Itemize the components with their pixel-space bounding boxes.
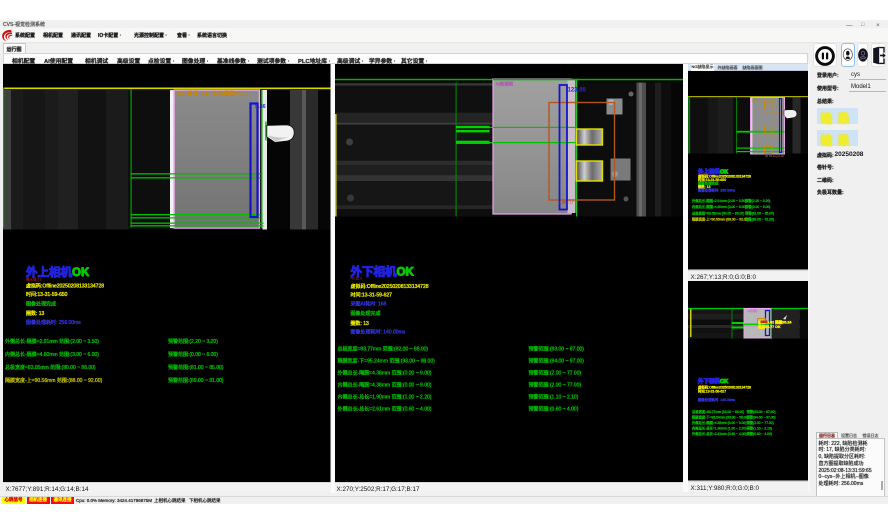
svg-text:预警范围:(2.00 ~ 77.00): 预警范围:(2.00 ~ 77.00) — [528, 369, 581, 376]
svg-text:图像处理完成: 图像处理完成 — [26, 300, 56, 307]
svg-text:预警范围:(89.00 ~ 91.00): 预警范围:(89.00 ~ 91.00) — [168, 377, 224, 384]
svg-text:虚拟码:Offline20250208133134728: 虚拟码:Offline20250208133134728 — [350, 283, 428, 290]
svg-text:预警(1.10 ~ 2.10): 预警(1.10 ~ 2.10) — [746, 426, 771, 431]
svg-text:预警范围:(0.60 ~ 4.00): 预警范围:(0.60 ~ 4.00) — [528, 405, 578, 412]
svg-text:5.46: 5.46 — [255, 104, 266, 110]
svg-text:40.03 Ang:0.00: 40.03 Ang:0.00 — [765, 154, 784, 158]
svg-text:隔膜宽度-下=95.24mm 范围:(93.00 ~ 98.: 隔膜宽度-下=95.24mm 范围:(93.00 ~ 98.00) — [337, 357, 435, 364]
svg-text:虚拟码:Offline20250208133134728: 虚拟码:Offline20250208133134728 — [26, 282, 104, 289]
svg-text:内侧总长-隔膜=4.60mm 范围:(3.00 ~ 6.00: 内侧总长-隔膜=4.60mm 范围:(3.00 ~ 6.00) — [5, 351, 99, 358]
svg-text:图像处理耗时: 140.00ms: 图像处理耗时: 140.00ms — [350, 328, 405, 335]
svg-text:隔膜宽度-上=90.56mm (88.00 ~ 92.00): 隔膜宽度-上=90.56mm (88.00 ~ 92.00) — [692, 217, 749, 222]
svg-text:外侧总长-隔膜=2.91mm (2.00 ~ 3.50): 外侧总长-隔膜=2.91mm (2.00 ~ 3.50) — [692, 198, 746, 203]
svg-text:图像处理耗时: 256.00ms: 图像处理耗时: 256.00ms — [26, 319, 81, 326]
svg-text:预警(2.20 ~ 3.20): 预警(2.20 ~ 3.20) — [745, 198, 770, 203]
svg-text:内侧总长-总长=1.90mm (1.00 ~ 2.20): 内侧总长-总长=1.90mm (1.00 ~ 2.20) — [692, 426, 746, 431]
svg-text:预警(2.00 ~ 77.00): 预警(2.00 ~ 77.00) — [746, 420, 773, 425]
svg-text:时间:13-31-59-627: 时间:13-31-59-627 — [698, 389, 726, 394]
svg-text:总极宽度=83.05mm 范围:(80.00 ~ 86.00: 总极宽度=83.05mm 范围:(80.00 ~ 86.00) — [5, 364, 96, 371]
svg-text:预警(89.00 ~ 91.00): 预警(89.00 ~ 91.00) — [745, 217, 774, 222]
svg-text:圈数: 13: 圈数: 13 — [26, 310, 45, 317]
svg-text:采图AI耗时: 168: 采图AI耗时: 168 — [350, 300, 386, 307]
svg-text:图像处理完成: 图像处理完成 — [350, 310, 380, 317]
svg-text:2.98 2.17: 2.98 2.17 — [559, 200, 574, 204]
svg-text:预警范围:(2.00 ~ 77.00): 预警范围:(2.00 ~ 77.00) — [528, 381, 581, 388]
svg-text:预警范围:(1.10 ~ 2.10): 预警范围:(1.10 ~ 2.10) — [528, 393, 578, 400]
svg-text:曝光值:17: 曝光值:17 — [26, 276, 41, 281]
svg-text:预警范围:(0.00 ~ 6.00): 预警范围:(0.00 ~ 6.00) — [168, 351, 218, 358]
svg-text:外侧总长-隔膜=4.38mm 范围:(0.00 ~ 9.00: 外侧总长-隔膜=4.38mm 范围:(0.00 ~ 9.00) — [337, 369, 431, 376]
svg-text:隔膜宽度-上=90.56mm 范围:(88.00 ~ 92.: 隔膜宽度-上=90.56mm 范围:(88.00 ~ 92.00) — [5, 377, 103, 384]
svg-text:预警(83.00 ~ 87.00): 预警(83.00 ~ 87.00) — [746, 409, 775, 414]
svg-text:时间:13-31-59-627: 时间:13-31-59-627 — [350, 291, 392, 298]
svg-text:预警(0.00 ~ 6.00): 预警(0.00 ~ 6.00) — [745, 204, 770, 209]
svg-text:总极宽度=83.05mm (80.00 ~ 86.00): 总极宽度=83.05mm (80.00 ~ 86.00) — [692, 210, 744, 215]
svg-text:预警范围:(94.00 ~ 97.00): 预警范围:(94.00 ~ 97.00) — [528, 357, 584, 364]
svg-text:NG比:0: NG比:0 — [350, 275, 362, 280]
svg-text:AI检测框: AI检测框 — [495, 80, 513, 87]
svg-text:外侧总长-隔膜=4.38mm (0.00 ~ 9.00): 外侧总长-隔膜=4.38mm (0.00 ~ 9.00) — [692, 420, 746, 425]
svg-text:总极宽度=83.77mm 范围:(82.00 ~ 88.00: 总极宽度=83.77mm 范围:(82.00 ~ 88.00) — [337, 345, 428, 352]
svg-text:预警范围:(81.00 ~ 85.00): 预警范围:(81.00 ~ 85.00) — [168, 364, 224, 371]
svg-text:NG阈值:93, 动态阈值:100: NG阈值:93, 动态阈值:100 — [178, 90, 249, 97]
svg-text:图像处理耗时: 256.00ms: 图像处理耗时: 256.00ms — [698, 188, 735, 193]
svg-text:隔膜宽度-下=95.24mm (93.00 ~ 98.00): 隔膜宽度-下=95.24mm (93.00 ~ 98.00) — [692, 415, 749, 420]
svg-text:图像处理耗时: 140.00ms: 图像处理耗时: 140.00ms — [698, 397, 735, 402]
svg-text:预警(81.00 ~ 85.00): 预警(81.00 ~ 85.00) — [745, 210, 774, 215]
svg-text:外侧总长-总长=2.61mm 范围:(0.60 ~ 4.00: 外侧总长-总长=2.61mm 范围:(0.60 ~ 4.00) — [337, 405, 431, 412]
svg-text:外侧总长-隔膜=2.91mm 范围:(2.00 ~ 3.50: 外侧总长-隔膜=2.91mm 范围:(2.00 ~ 3.50) — [5, 338, 99, 345]
svg-text:总极宽度=83.77mm (82.00 ~ 88.00): 总极宽度=83.77mm (82.00 ~ 88.00) — [692, 409, 744, 414]
svg-text:外侧总长-总长=2.61mm (0.60 ~ 4.00): 外侧总长-总长=2.61mm (0.60 ~ 4.00) — [692, 431, 746, 436]
svg-text:时间:13-31-59-650: 时间:13-31-59-650 — [26, 291, 68, 298]
svg-text:预警(94.00 ~ 97.00): 预警(94.00 ~ 97.00) — [746, 415, 775, 420]
svg-text:内侧总长-隔膜=4.38mm 范围:(0.00 ~ 9.00: 内侧总长-隔膜=4.38mm 范围:(0.00 ~ 9.00) — [337, 381, 431, 388]
svg-text:极宽83.77 OK: 极宽83.77 OK — [758, 324, 781, 329]
svg-text:预警范围:(2.20 ~ 3.20): 预警范围:(2.20 ~ 3.20) — [168, 338, 218, 345]
svg-text:内侧总长-总长=1.90mm 范围:(1.00 ~ 2.20: 内侧总长-总长=1.90mm 范围:(1.00 ~ 2.20) — [337, 393, 431, 400]
svg-text:AI检测框: AI检测框 — [747, 309, 758, 313]
svg-text:预警范围:(83.00 ~ 87.00): 预警范围:(83.00 ~ 87.00) — [528, 345, 584, 352]
svg-text:内侧总长-隔膜=4.60mm (3.00 ~ 6.00): 内侧总长-隔膜=4.60mm (3.00 ~ 6.00) — [692, 204, 746, 209]
svg-text:圈数: 13: 圈数: 13 — [350, 320, 369, 327]
svg-text:预警(0.60 ~ 4.00): 预警(0.60 ~ 4.00) — [746, 431, 771, 436]
svg-text:123.88: 123.88 — [567, 87, 586, 93]
